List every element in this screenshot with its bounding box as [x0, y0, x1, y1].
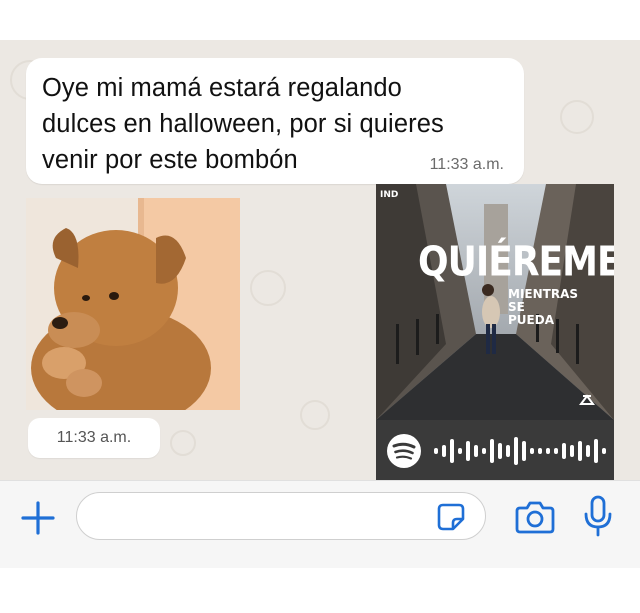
- camera-icon[interactable]: [514, 498, 556, 536]
- spotify-barcode-icon: [434, 437, 606, 465]
- background-doodle: [560, 100, 594, 134]
- label-logo: IND: [380, 190, 399, 200]
- spotify-logo-icon: [387, 434, 421, 468]
- background-doodle: [250, 270, 286, 306]
- message-text-line: Oye mi mamá estará regalando: [42, 74, 402, 102]
- microphone-icon[interactable]: [582, 494, 614, 538]
- spotify-share-card[interactable]: IND QUIÉREME MIENTRAS SE PUEDA: [376, 184, 614, 482]
- background-doodle: [300, 400, 330, 430]
- sticker-icon[interactable]: [436, 502, 466, 532]
- incoming-message-bubble[interactable]: Oye mi mamá estará regalando dulces en h…: [26, 58, 524, 184]
- album-cover-image: [376, 184, 614, 420]
- plus-icon[interactable]: [18, 498, 58, 538]
- message-input[interactable]: [76, 492, 486, 540]
- spotify-code-bar[interactable]: [376, 420, 614, 482]
- sticker-timestamp: 11:33 a.m.: [28, 418, 160, 458]
- dog-sticker[interactable]: [26, 198, 240, 410]
- album-title: QUIÉREME: [418, 238, 614, 287]
- background-doodle: [170, 430, 196, 456]
- album-subtitle: MIENTRAS SE PUEDA: [508, 288, 578, 327]
- message-timestamp: 11:33 a.m.: [429, 156, 504, 173]
- album-subtitle-line: SE PUEDA: [508, 300, 554, 327]
- dog-sticker-image: [26, 198, 240, 410]
- message-text-line: dulces en halloween, por si quieres: [42, 110, 444, 138]
